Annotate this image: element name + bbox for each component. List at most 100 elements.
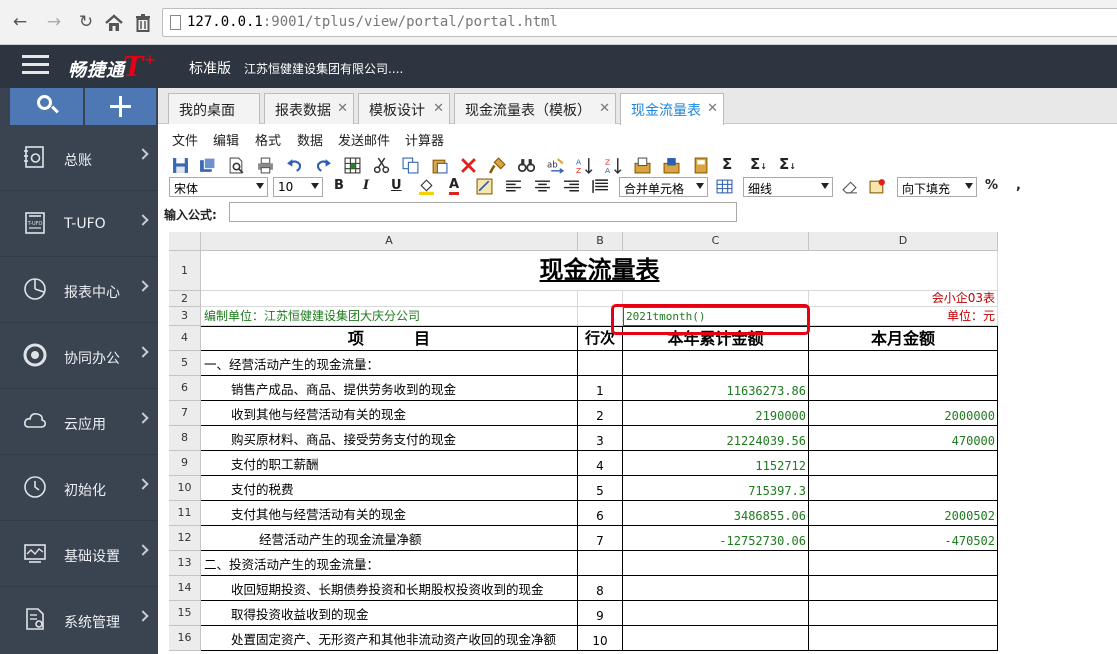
currency-unit-cell[interactable]: 单位：元 (809, 307, 998, 326)
item-name-cell[interactable]: 支付的职工薪酬 (201, 451, 578, 476)
align-left-icon[interactable] (505, 178, 522, 195)
row-header[interactable]: 12 (169, 526, 201, 551)
percent-button[interactable]: % (985, 178, 998, 193)
spreadsheet[interactable]: A B C D 1 2 3 4 现金流量表 会小企03表 编制单位：江苏恒健建设… (169, 232, 1117, 654)
month-amount-cell[interactable] (809, 351, 998, 376)
menu-send-email[interactable]: 发送邮件 (338, 130, 390, 149)
tab-my-desktop[interactable]: 我的桌面 (168, 93, 260, 124)
item-name-cell[interactable]: 支付的税费 (201, 476, 578, 501)
month-amount-cell[interactable]: 470000 (809, 426, 998, 451)
insert-table-icon[interactable] (344, 157, 361, 174)
item-name-cell[interactable]: 二、投资活动产生的现金流量： (201, 551, 578, 576)
italic-button[interactable]: I (363, 178, 369, 193)
copy-icon[interactable] (402, 157, 419, 174)
find-icon[interactable] (518, 157, 535, 174)
column-header-b[interactable]: B (578, 232, 623, 251)
format-painter-icon[interactable] (489, 157, 506, 174)
month-amount-cell[interactable]: 2000502 (809, 501, 998, 526)
row-header[interactable]: 11 (169, 501, 201, 526)
sidebar-item-basic-settings[interactable]: 基础设置 (0, 521, 158, 587)
sort-descending-icon[interactable]: ZA (605, 157, 622, 174)
close-icon[interactable]: ✕ (337, 101, 348, 116)
row-header[interactable]: 8 (169, 426, 201, 451)
menu-calculator[interactable]: 计算器 (405, 130, 444, 149)
cell[interactable] (201, 291, 578, 307)
item-name-cell[interactable]: 经营活动产生的现金流量净额 (201, 526, 578, 551)
hamburger-menu-icon[interactable] (22, 55, 49, 75)
month-amount-cell[interactable] (809, 551, 998, 576)
row-header[interactable]: 16 (169, 626, 201, 651)
sidebar-item-init[interactable]: 初始化 (0, 455, 158, 521)
underline-button[interactable]: U (391, 178, 402, 193)
line-number-cell[interactable]: 9 (578, 601, 623, 626)
item-name-cell[interactable]: 收到其他与经营活动有关的现金 (201, 401, 578, 426)
sidebar-item-cloud[interactable]: 云应用 (0, 389, 158, 455)
report-book-icon[interactable] (692, 157, 709, 174)
bold-button[interactable]: B (334, 178, 344, 193)
row-header[interactable]: 7 (169, 401, 201, 426)
tab-cashflow-template[interactable]: 现金流量表（模板） ✕ (454, 93, 616, 124)
item-name-cell[interactable]: 销售产成品、商品、提供劳务收到的现金 (201, 376, 578, 401)
sum-column-icon[interactable]: Σ↓ (779, 155, 799, 173)
row-header[interactable]: 3 (169, 307, 201, 326)
tab-cashflow[interactable]: 现金流量表 ✕ (620, 93, 724, 125)
row-header[interactable]: 13 (169, 551, 201, 576)
year-amount-cell[interactable]: 3486855.06 (623, 501, 809, 526)
reload-icon[interactable]: ↻ (76, 11, 96, 33)
unit-cell[interactable]: 编制单位：江苏恒健建设集团大庆分公司 (201, 307, 578, 326)
thousands-separator-button[interactable]: , (1016, 178, 1021, 193)
menu-format[interactable]: 格式 (255, 130, 281, 149)
month-amount-cell[interactable]: -470502 (809, 526, 998, 551)
month-amount-cell[interactable] (809, 451, 998, 476)
year-amount-cell[interactable]: 2190000 (623, 401, 809, 426)
font-size-select[interactable]: 10 (273, 177, 323, 197)
borders-icon[interactable] (716, 178, 733, 195)
align-right-icon[interactable] (563, 178, 580, 195)
row-header[interactable]: 9 (169, 451, 201, 476)
cut-icon[interactable] (373, 157, 390, 174)
merge-cells-select[interactable]: 合并单元格 (619, 177, 708, 197)
column-header-c[interactable]: C (623, 232, 809, 251)
font-color-button[interactable]: A (449, 178, 460, 195)
row-header[interactable]: 5 (169, 351, 201, 376)
address-bar[interactable]: 127.0.0.1:9001/tplus/view/portal/portal.… (162, 8, 1117, 37)
close-icon[interactable]: ✕ (433, 101, 444, 116)
delete-icon[interactable] (460, 157, 477, 174)
sidebar-item-ledger[interactable]: 总账 (0, 125, 158, 191)
undo-icon[interactable] (286, 157, 303, 174)
line-number-cell[interactable]: 3 (578, 426, 623, 451)
save-as-icon[interactable] (199, 157, 216, 174)
year-amount-cell[interactable] (623, 626, 809, 651)
item-name-cell[interactable]: 处置固定资产、无形资产和其他非流动资产收回的现金净额 (201, 626, 578, 651)
save-icon[interactable] (172, 157, 189, 174)
column-header-d[interactable]: D (809, 232, 998, 251)
trash-icon[interactable] (133, 12, 153, 34)
item-name-cell[interactable]: 一、经营活动产生的现金流量： (201, 351, 578, 376)
line-number-cell[interactable] (578, 551, 623, 576)
font-family-select[interactable]: 宋体 (169, 177, 268, 197)
search-button[interactable] (10, 88, 83, 125)
month-amount-cell[interactable] (809, 601, 998, 626)
home-icon[interactable] (104, 12, 124, 34)
sidebar-item-tufo[interactable]: T-UFO T-UFO (0, 191, 158, 257)
row-header[interactable]: 6 (169, 376, 201, 401)
header-item-cell[interactable]: 项 目 (201, 326, 578, 351)
forward-arrow-icon[interactable]: → (44, 11, 64, 33)
row-header[interactable]: 4 (169, 326, 201, 351)
line-number-cell[interactable]: 10 (578, 626, 623, 651)
back-arrow-icon[interactable]: ← (10, 11, 30, 33)
redo-icon[interactable] (315, 157, 332, 174)
print-preview-icon[interactable] (228, 157, 245, 174)
menu-edit[interactable]: 编辑 (213, 130, 239, 149)
line-number-cell[interactable] (578, 351, 623, 376)
import-icon[interactable] (634, 157, 651, 174)
item-name-cell[interactable]: 支付其他与经营活动有关的现金 (201, 501, 578, 526)
line-number-cell[interactable]: 8 (578, 576, 623, 601)
company-name[interactable]: 江苏恒健建设集团有限公司.... (244, 60, 403, 77)
sidebar-item-report-center[interactable]: 报表中心 (0, 257, 158, 323)
line-number-cell[interactable]: 5 (578, 476, 623, 501)
year-amount-cell[interactable]: 11636273.86 (623, 376, 809, 401)
select-all-corner[interactable] (169, 232, 201, 251)
year-amount-cell[interactable]: -12752730.06 (623, 526, 809, 551)
column-header-a[interactable]: A (201, 232, 578, 251)
